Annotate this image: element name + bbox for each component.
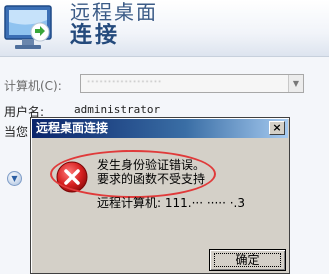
remote-computer-row: 远程计算机: 111.··· ····· ·.3 <box>97 194 245 211</box>
remote-computer-label: 远程计算机: <box>97 196 165 210</box>
background-title-line1: 远程桌面 <box>70 0 158 24</box>
background-header: 远程桌面 连接 <box>0 0 329 57</box>
user-value: administrator <box>74 103 161 116</box>
dialog-title: 远程桌面连接 <box>36 121 109 135</box>
ok-button[interactable]: 确定 <box>209 249 286 271</box>
dialog-titlebar[interactable]: 远程桌面连接 × <box>32 119 288 138</box>
error-dialog: 远程桌面连接 × 发生身份验证错误。 要求的函数不受支持 远程计算机: 111.… <box>30 117 290 274</box>
computer-value: ·················· <box>87 77 163 88</box>
close-icon[interactable]: × <box>269 121 285 135</box>
prompt-label: 当您 <box>4 125 29 139</box>
error-message-line1: 发生身份验证错误。 <box>97 158 206 172</box>
computer-input[interactable]: ·················· ▼ <box>80 74 304 93</box>
error-message-line2: 要求的函数不受支持 <box>97 172 206 186</box>
options-expand-icon[interactable]: ▼ <box>7 171 22 186</box>
ok-focus-ring <box>214 253 281 267</box>
background-title-line2: 连接 <box>70 23 121 48</box>
remote-computer-value: 111.··· ····· ·.3 <box>164 196 245 210</box>
remote-desktop-logo-icon <box>4 5 52 49</box>
dropdown-arrow-icon[interactable]: ▼ <box>288 75 303 92</box>
computer-label: 计算机(C): <box>4 79 62 93</box>
